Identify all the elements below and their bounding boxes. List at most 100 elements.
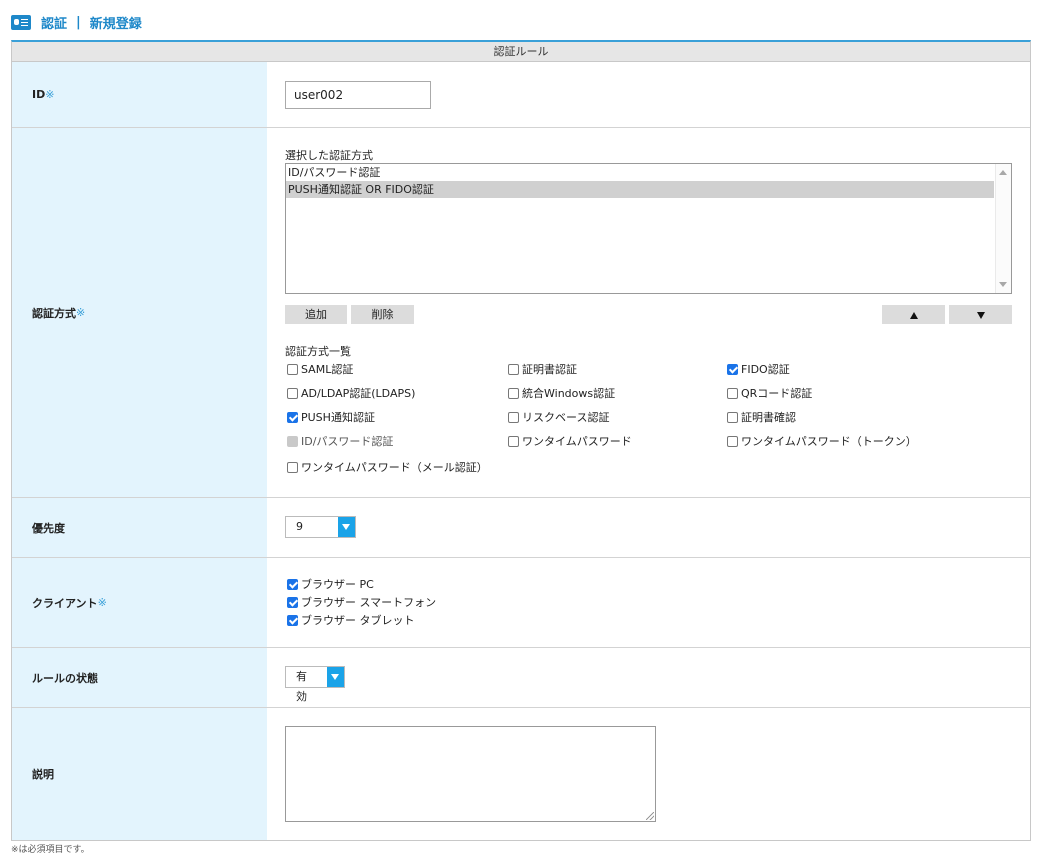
auth-method-label-text: 認証方式 (32, 306, 76, 320)
priority-label: 優先度 (12, 498, 267, 557)
scroll-down-arrow-icon[interactable] (999, 282, 1007, 287)
option-label: ブラウザー タブレット (301, 614, 415, 627)
priority-value: 9 (296, 520, 303, 533)
move-down-button[interactable] (949, 305, 1012, 324)
required-mark: ※ (45, 88, 55, 101)
required-mark: ※ (97, 596, 107, 609)
auth-method-content: 選択した認証方式 ID/パスワード認証 PUSH通知認証 OR FIDO認証 追… (267, 128, 1030, 497)
option-label: ワンタイムパスワード（メール認証） (301, 461, 488, 474)
method-option-push[interactable]: PUSH通知認証 (287, 409, 375, 425)
required-footnote: ※は必須項目です。 (11, 845, 90, 855)
method-option-otp-token[interactable]: ワンタイムパスワード（トークン） (727, 433, 917, 449)
description-content (267, 708, 1030, 840)
checkbox-disabled (287, 436, 298, 447)
chevron-down-icon[interactable] (327, 667, 344, 687)
method-option-cert-check[interactable]: 証明書確認 (727, 409, 796, 425)
option-label: SAML認証 (301, 363, 354, 376)
checkbox[interactable] (508, 436, 519, 447)
priority-select[interactable]: 9 (285, 516, 356, 538)
chevron-down-icon[interactable] (338, 517, 355, 537)
method-list-heading: 認証方式一覧 (285, 345, 351, 358)
id-content: user002 (267, 62, 1030, 127)
client-label: クライアント ※ (12, 558, 267, 647)
id-label: ID ※ (12, 62, 267, 127)
checkbox[interactable] (508, 388, 519, 399)
client-row: クライアント ※ ブラウザー PC ブラウザー スマートフォン ブラウザー タブレ… (12, 558, 1030, 648)
listbox-option[interactable]: ID/パスワード認証 (286, 164, 994, 181)
auth-method-row: 認証方式 ※ 選択した認証方式 ID/パスワード認証 PUSH通知認証 OR FI… (12, 128, 1030, 498)
checkbox-checked[interactable] (287, 412, 298, 423)
client-label-text: クライアント (32, 596, 98, 610)
option-label: ワンタイムパスワード (522, 435, 632, 448)
client-content: ブラウザー PC ブラウザー スマートフォン ブラウザー タブレット (267, 558, 1030, 647)
breadcrumb: 認証 | 新規登録 (11, 12, 142, 32)
checkbox-checked[interactable] (287, 615, 298, 626)
checkbox[interactable] (727, 436, 738, 447)
checkbox[interactable] (727, 412, 738, 423)
option-label: QRコード認証 (741, 387, 813, 400)
checkbox[interactable] (508, 364, 519, 375)
checkbox[interactable] (508, 412, 519, 423)
rule-state-label: ルールの状態 (12, 648, 267, 707)
method-option-windows[interactable]: 統合Windows認証 (508, 385, 615, 401)
rule-state-value: 有効 (296, 670, 307, 703)
move-up-button[interactable] (882, 305, 945, 324)
option-label: ワンタイムパスワード（トークン） (741, 435, 917, 448)
rule-state-select[interactable]: 有効 (285, 666, 345, 703)
scroll-up-arrow-icon[interactable] (999, 170, 1007, 175)
description-label: 説明 (12, 708, 267, 840)
checkbox[interactable] (287, 388, 298, 399)
breadcrumb-auth[interactable]: 認証 (41, 13, 67, 32)
option-label: 統合Windows認証 (522, 387, 616, 400)
id-label-text: ID (32, 88, 46, 101)
rule-state-content: 有効 (267, 648, 1030, 707)
required-mark: ※ (76, 306, 86, 319)
checkbox-checked[interactable] (287, 579, 298, 590)
breadcrumb-new-registration: 新規登録 (89, 16, 142, 32)
option-label: ブラウザー PC (301, 578, 374, 591)
delete-button[interactable]: 削除 (351, 305, 414, 324)
add-button[interactable]: 追加 (285, 305, 347, 324)
priority-content: 9 (267, 498, 1030, 557)
checkbox-checked[interactable] (727, 364, 738, 375)
method-option-qr[interactable]: QRコード認証 (727, 385, 812, 401)
auth-rule-form: 認証ルール ID ※ user002 認証方式 ※ 選択した認証方式 ID/パスワー… (11, 40, 1031, 841)
checkbox[interactable] (287, 364, 298, 375)
option-label: ID/パスワード認証 (301, 435, 394, 448)
resize-grip-icon[interactable] (646, 812, 654, 820)
method-option-otp[interactable]: ワンタイムパスワード (508, 433, 632, 449)
option-label: 証明書確認 (741, 411, 796, 424)
method-option-saml[interactable]: SAML認証 (287, 361, 353, 377)
option-label: PUSH通知認証 (301, 411, 375, 424)
method-option-risk-based[interactable]: リスクベース認証 (508, 409, 609, 425)
listbox-scrollbar[interactable] (995, 164, 1011, 293)
client-option-pc[interactable]: ブラウザー PC (287, 576, 374, 592)
priority-row: 優先度 9 (12, 498, 1030, 558)
section-title: 認証ルール (12, 42, 1030, 62)
checkbox[interactable] (287, 462, 298, 473)
method-option-certificate[interactable]: 証明書認証 (508, 361, 577, 377)
checkbox[interactable] (727, 388, 738, 399)
option-label: AD/LDAP認証(LDAPS) (301, 387, 416, 400)
id-card-icon (11, 14, 31, 30)
client-option-smartphone[interactable]: ブラウザー スマートフォン (287, 594, 436, 610)
option-label: リスクベース認証 (522, 411, 610, 424)
option-label: 証明書認証 (522, 363, 577, 376)
method-option-fido[interactable]: FIDO認証 (727, 361, 790, 377)
listbox-option-selected[interactable]: PUSH通知認証 OR FIDO認証 (286, 181, 994, 198)
client-option-tablet[interactable]: ブラウザー タブレット (287, 612, 415, 628)
id-input[interactable]: user002 (285, 81, 431, 109)
method-option-otp-mail[interactable]: ワンタイムパスワード（メール認証） (287, 459, 488, 475)
option-label: FIDO認証 (741, 363, 790, 376)
triangle-up-icon (909, 311, 918, 319)
method-option-id-password: ID/パスワード認証 (287, 433, 393, 449)
checkbox-checked[interactable] (287, 597, 298, 608)
description-textarea[interactable] (285, 726, 656, 822)
triangle-down-icon (976, 311, 985, 319)
option-label: ブラウザー スマートフォン (301, 596, 437, 609)
method-option-ad-ldap[interactable]: AD/LDAP認証(LDAPS) (287, 385, 415, 401)
selected-methods-listbox[interactable]: ID/パスワード認証 PUSH通知認証 OR FIDO認証 (285, 163, 1012, 294)
selected-methods-heading: 選択した認証方式 (285, 149, 373, 162)
id-row: ID ※ user002 (12, 62, 1030, 128)
auth-method-label: 認証方式 ※ (12, 128, 267, 497)
